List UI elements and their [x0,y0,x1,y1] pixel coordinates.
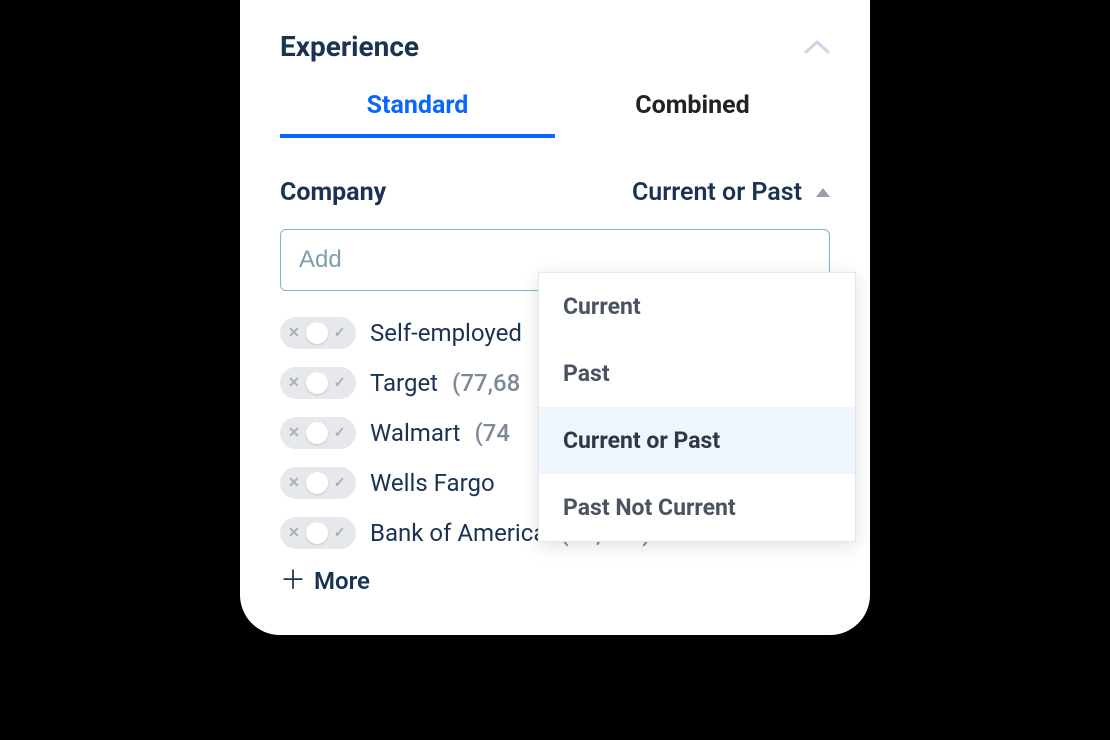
company-time-dropdown[interactable]: Current or Past [632,178,830,207]
dropdown-option-past[interactable]: Past [539,340,855,407]
tri-state-toggle[interactable]: ✕ ✓ [280,317,356,349]
check-icon: ✓ [334,476,346,490]
tri-state-toggle[interactable]: ✕ ✓ [280,467,356,499]
chevron-up-icon[interactable] [804,39,830,55]
x-icon: ✕ [288,376,300,390]
dropdown-menu: Current Past Current or Past Past Not Cu… [538,272,856,542]
company-count: (74 [474,419,510,447]
experience-panel: Experience Standard Combined Company Cur… [240,0,870,635]
company-name[interactable]: Bank of America [370,519,546,547]
dropdown-option-past-not-current[interactable]: Past Not Current [539,474,855,541]
toggle-knob [306,522,328,544]
company-count: (77,68 [452,369,520,397]
dropdown-option-current[interactable]: Current [539,273,855,340]
check-icon: ✓ [334,326,346,340]
more-label: More [314,567,370,595]
company-name[interactable]: Wells Fargo [370,469,495,497]
plus-icon: ＋ [280,568,306,594]
company-label: Company [280,178,386,207]
check-icon: ✓ [334,426,346,440]
company-filter-row: Company Current or Past [280,178,830,207]
panel-title: Experience [280,30,419,63]
toggle-knob [306,322,328,344]
x-icon: ✕ [288,476,300,490]
company-name[interactable]: Self-employed [370,319,522,347]
toggle-knob [306,372,328,394]
tabs: Standard Combined [280,91,830,138]
tab-standard[interactable]: Standard [280,91,555,138]
x-icon: ✕ [288,526,300,540]
tri-state-toggle[interactable]: ✕ ✓ [280,517,356,549]
check-icon: ✓ [334,376,346,390]
tri-state-toggle[interactable]: ✕ ✓ [280,367,356,399]
tri-state-toggle[interactable]: ✕ ✓ [280,417,356,449]
toggle-knob [306,422,328,444]
more-button[interactable]: ＋ More [280,567,830,595]
tab-combined[interactable]: Combined [555,91,830,138]
toggle-knob [306,472,328,494]
x-icon: ✕ [288,326,300,340]
dropdown-selected-value: Current or Past [632,178,802,207]
dropdown-option-current-or-past[interactable]: Current or Past [539,407,855,474]
panel-header: Experience [280,30,830,63]
caret-up-icon [816,188,830,197]
company-name[interactable]: Target [370,369,438,397]
x-icon: ✕ [288,426,300,440]
check-icon: ✓ [334,526,346,540]
company-name[interactable]: Walmart [370,419,460,447]
